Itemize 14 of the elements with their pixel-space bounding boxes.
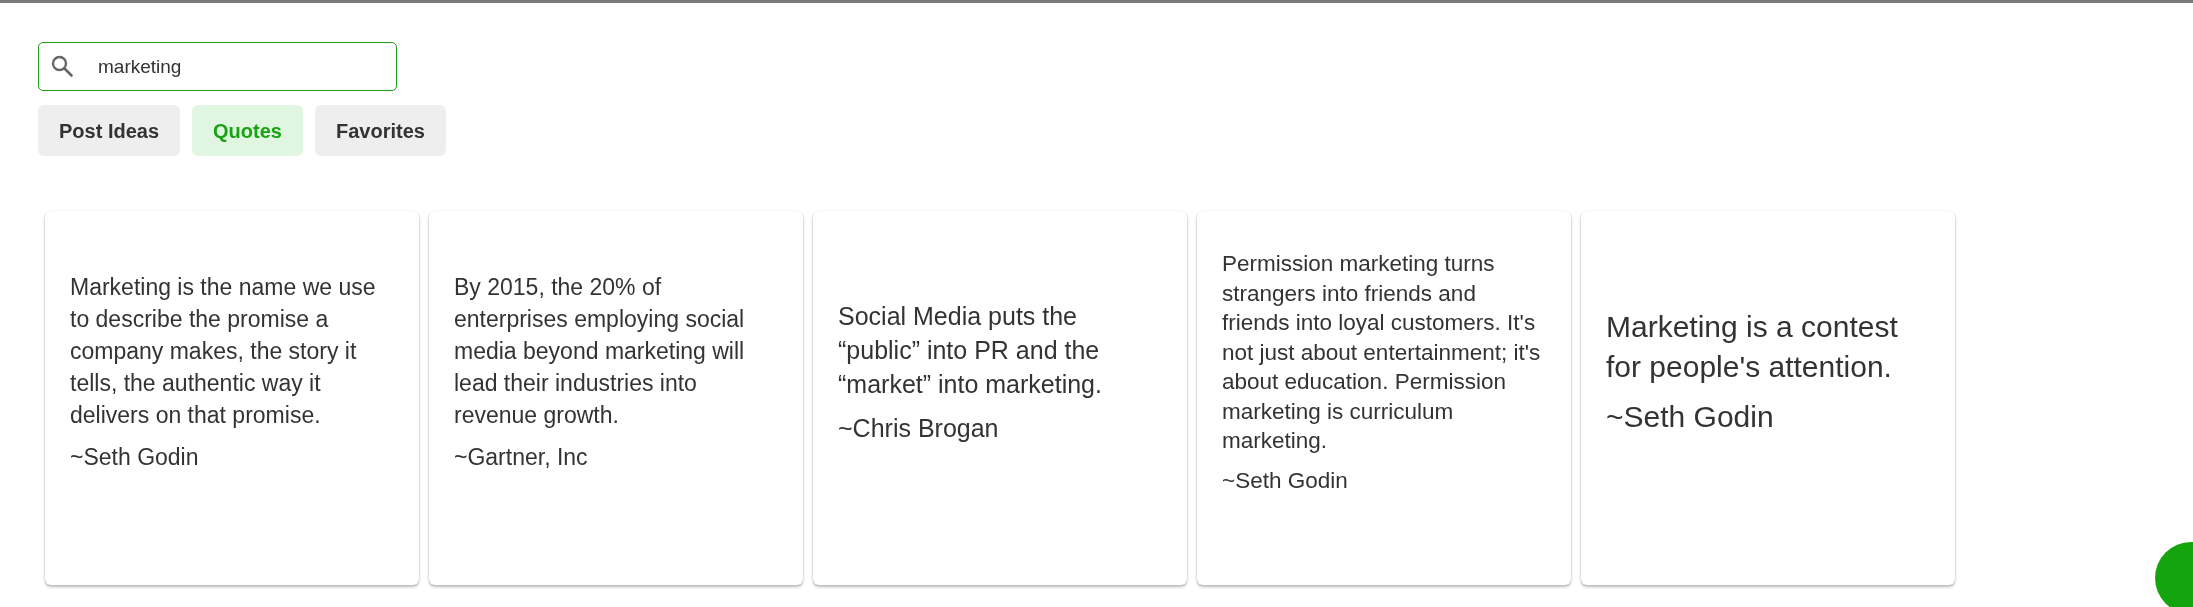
quote-author: ~Gartner, Inc — [454, 443, 589, 472]
search-icon — [50, 54, 74, 78]
quote-text: Marketing is a contest for people's attention. — [1606, 309, 1899, 385]
quote-text: By 2015, the 20% of enterprises employing social media beyond marketing will lead their industries into revenue growth. — [454, 273, 746, 430]
quote-author: ~Chris Brogan — [838, 413, 1000, 444]
quote-author: ~Seth Godin — [1222, 466, 1349, 495]
quote-author: ~Seth Godin — [1606, 399, 1775, 435]
search-field[interactable]: marketing — [38, 42, 397, 91]
tab[interactable]: Favorites — [314, 105, 446, 156]
quote-text: Marketing is the name we use to describe the promise a company makes, the story it tells, the authentic way it delivers on that promise. — [70, 273, 377, 430]
tab[interactable]: Post Ideas — [38, 105, 181, 156]
quote-text: Permission marketing turns strangers into friends and friends into loyal customers. It's not just about entertainment; it's about education. Permission marketing is curriculum marketing. — [1222, 250, 1542, 455]
quote-author: ~Seth Godin — [70, 443, 200, 472]
quote-text: Social Media puts the “public” into PR and the “market” into marketing. — [838, 301, 1103, 400]
